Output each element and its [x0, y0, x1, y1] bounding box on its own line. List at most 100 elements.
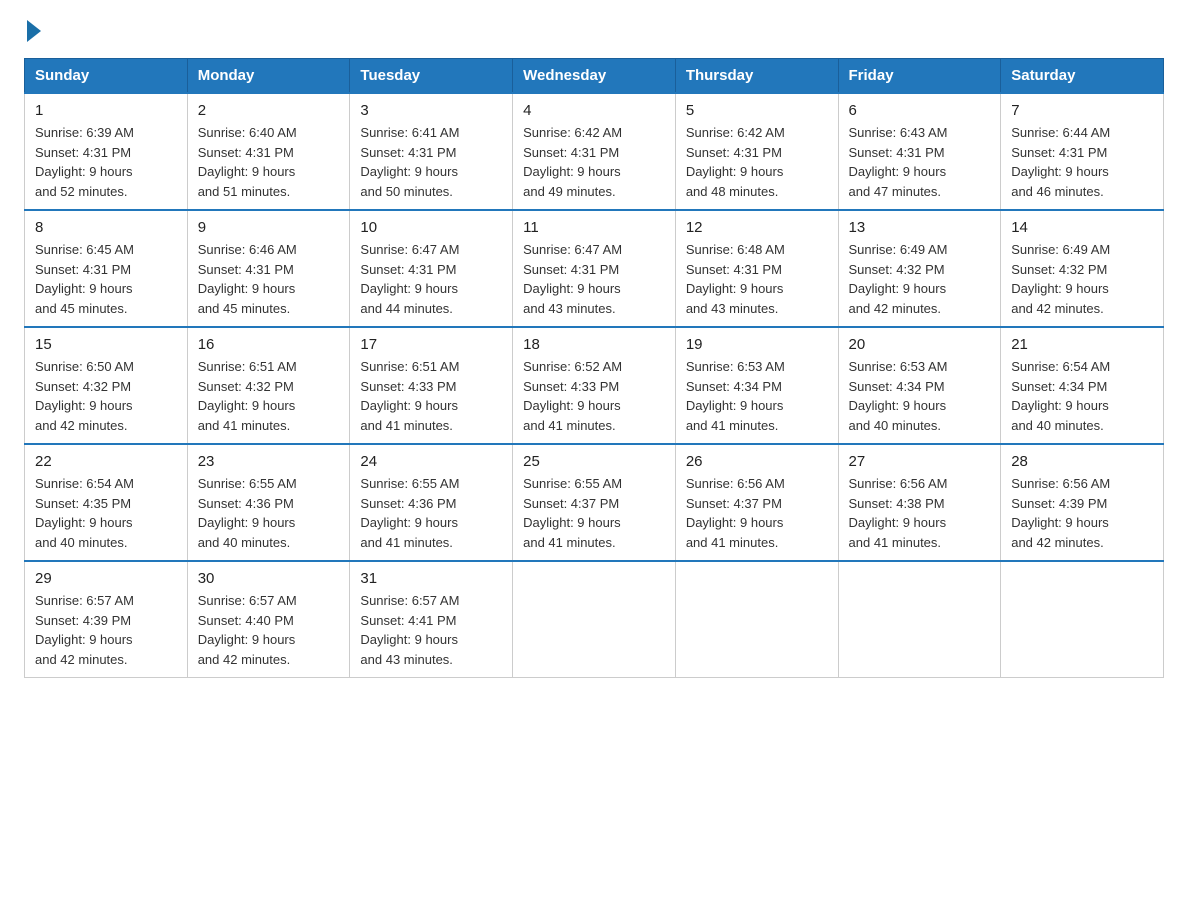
day-number: 28 — [1011, 453, 1153, 470]
day-number: 26 — [686, 453, 828, 470]
day-number: 21 — [1011, 336, 1153, 353]
calendar-cell — [1001, 561, 1164, 678]
calendar-cell: 17 Sunrise: 6:51 AMSunset: 4:33 PMDaylig… — [350, 327, 513, 444]
day-info: Sunrise: 6:52 AMSunset: 4:33 PMDaylight:… — [523, 357, 665, 435]
calendar-cell: 26 Sunrise: 6:56 AMSunset: 4:37 PMDaylig… — [675, 444, 838, 561]
day-number: 22 — [35, 453, 177, 470]
logo — [24, 24, 41, 42]
day-number: 12 — [686, 219, 828, 236]
day-number: 1 — [35, 102, 177, 119]
calendar-cell: 14 Sunrise: 6:49 AMSunset: 4:32 PMDaylig… — [1001, 210, 1164, 327]
calendar-cell: 3 Sunrise: 6:41 AMSunset: 4:31 PMDayligh… — [350, 93, 513, 210]
day-info: Sunrise: 6:51 AMSunset: 4:33 PMDaylight:… — [360, 357, 502, 435]
calendar-cell: 21 Sunrise: 6:54 AMSunset: 4:34 PMDaylig… — [1001, 327, 1164, 444]
day-number: 16 — [198, 336, 340, 353]
calendar-cell: 12 Sunrise: 6:48 AMSunset: 4:31 PMDaylig… — [675, 210, 838, 327]
day-number: 6 — [849, 102, 991, 119]
day-info: Sunrise: 6:45 AMSunset: 4:31 PMDaylight:… — [35, 240, 177, 318]
day-number: 25 — [523, 453, 665, 470]
weekday-header-friday: Friday — [838, 59, 1001, 94]
day-number: 2 — [198, 102, 340, 119]
calendar-cell: 18 Sunrise: 6:52 AMSunset: 4:33 PMDaylig… — [513, 327, 676, 444]
day-info: Sunrise: 6:56 AMSunset: 4:37 PMDaylight:… — [686, 474, 828, 552]
calendar-cell: 13 Sunrise: 6:49 AMSunset: 4:32 PMDaylig… — [838, 210, 1001, 327]
calendar-week-row: 29 Sunrise: 6:57 AMSunset: 4:39 PMDaylig… — [25, 561, 1164, 678]
calendar-cell — [675, 561, 838, 678]
calendar-cell: 31 Sunrise: 6:57 AMSunset: 4:41 PMDaylig… — [350, 561, 513, 678]
calendar-cell: 16 Sunrise: 6:51 AMSunset: 4:32 PMDaylig… — [187, 327, 350, 444]
day-number: 8 — [35, 219, 177, 236]
calendar-cell: 6 Sunrise: 6:43 AMSunset: 4:31 PMDayligh… — [838, 93, 1001, 210]
calendar-cell — [838, 561, 1001, 678]
day-info: Sunrise: 6:44 AMSunset: 4:31 PMDaylight:… — [1011, 123, 1153, 201]
weekday-header-saturday: Saturday — [1001, 59, 1164, 94]
weekday-header-thursday: Thursday — [675, 59, 838, 94]
calendar-cell: 11 Sunrise: 6:47 AMSunset: 4:31 PMDaylig… — [513, 210, 676, 327]
day-number: 19 — [686, 336, 828, 353]
calendar-cell: 7 Sunrise: 6:44 AMSunset: 4:31 PMDayligh… — [1001, 93, 1164, 210]
day-info: Sunrise: 6:55 AMSunset: 4:36 PMDaylight:… — [198, 474, 340, 552]
day-number: 30 — [198, 570, 340, 587]
calendar-cell: 5 Sunrise: 6:42 AMSunset: 4:31 PMDayligh… — [675, 93, 838, 210]
day-number: 10 — [360, 219, 502, 236]
calendar-cell: 29 Sunrise: 6:57 AMSunset: 4:39 PMDaylig… — [25, 561, 188, 678]
day-info: Sunrise: 6:54 AMSunset: 4:34 PMDaylight:… — [1011, 357, 1153, 435]
day-number: 5 — [686, 102, 828, 119]
day-number: 11 — [523, 219, 665, 236]
calendar-cell: 22 Sunrise: 6:54 AMSunset: 4:35 PMDaylig… — [25, 444, 188, 561]
calendar-cell: 20 Sunrise: 6:53 AMSunset: 4:34 PMDaylig… — [838, 327, 1001, 444]
day-info: Sunrise: 6:48 AMSunset: 4:31 PMDaylight:… — [686, 240, 828, 318]
calendar-cell: 10 Sunrise: 6:47 AMSunset: 4:31 PMDaylig… — [350, 210, 513, 327]
day-info: Sunrise: 6:47 AMSunset: 4:31 PMDaylight:… — [523, 240, 665, 318]
day-info: Sunrise: 6:49 AMSunset: 4:32 PMDaylight:… — [849, 240, 991, 318]
calendar-cell: 1 Sunrise: 6:39 AMSunset: 4:31 PMDayligh… — [25, 93, 188, 210]
day-number: 29 — [35, 570, 177, 587]
day-info: Sunrise: 6:53 AMSunset: 4:34 PMDaylight:… — [686, 357, 828, 435]
calendar-cell: 28 Sunrise: 6:56 AMSunset: 4:39 PMDaylig… — [1001, 444, 1164, 561]
day-number: 13 — [849, 219, 991, 236]
day-number: 15 — [35, 336, 177, 353]
calendar-cell: 9 Sunrise: 6:46 AMSunset: 4:31 PMDayligh… — [187, 210, 350, 327]
weekday-header-wednesday: Wednesday — [513, 59, 676, 94]
day-info: Sunrise: 6:53 AMSunset: 4:34 PMDaylight:… — [849, 357, 991, 435]
calendar-cell: 15 Sunrise: 6:50 AMSunset: 4:32 PMDaylig… — [25, 327, 188, 444]
day-info: Sunrise: 6:56 AMSunset: 4:39 PMDaylight:… — [1011, 474, 1153, 552]
calendar-week-row: 1 Sunrise: 6:39 AMSunset: 4:31 PMDayligh… — [25, 93, 1164, 210]
day-number: 18 — [523, 336, 665, 353]
calendar-table: SundayMondayTuesdayWednesdayThursdayFrid… — [24, 58, 1164, 678]
calendar-cell: 4 Sunrise: 6:42 AMSunset: 4:31 PMDayligh… — [513, 93, 676, 210]
day-info: Sunrise: 6:57 AMSunset: 4:39 PMDaylight:… — [35, 591, 177, 669]
calendar-cell: 24 Sunrise: 6:55 AMSunset: 4:36 PMDaylig… — [350, 444, 513, 561]
day-number: 24 — [360, 453, 502, 470]
calendar-cell — [513, 561, 676, 678]
day-info: Sunrise: 6:54 AMSunset: 4:35 PMDaylight:… — [35, 474, 177, 552]
day-info: Sunrise: 6:56 AMSunset: 4:38 PMDaylight:… — [849, 474, 991, 552]
day-info: Sunrise: 6:39 AMSunset: 4:31 PMDaylight:… — [35, 123, 177, 201]
calendar-cell: 23 Sunrise: 6:55 AMSunset: 4:36 PMDaylig… — [187, 444, 350, 561]
day-info: Sunrise: 6:40 AMSunset: 4:31 PMDaylight:… — [198, 123, 340, 201]
day-info: Sunrise: 6:43 AMSunset: 4:31 PMDaylight:… — [849, 123, 991, 201]
weekday-header-sunday: Sunday — [25, 59, 188, 94]
weekday-header-row: SundayMondayTuesdayWednesdayThursdayFrid… — [25, 59, 1164, 94]
day-number: 7 — [1011, 102, 1153, 119]
calendar-cell: 19 Sunrise: 6:53 AMSunset: 4:34 PMDaylig… — [675, 327, 838, 444]
day-info: Sunrise: 6:55 AMSunset: 4:37 PMDaylight:… — [523, 474, 665, 552]
day-number: 4 — [523, 102, 665, 119]
day-info: Sunrise: 6:42 AMSunset: 4:31 PMDaylight:… — [523, 123, 665, 201]
day-info: Sunrise: 6:57 AMSunset: 4:40 PMDaylight:… — [198, 591, 340, 669]
day-info: Sunrise: 6:51 AMSunset: 4:32 PMDaylight:… — [198, 357, 340, 435]
day-number: 27 — [849, 453, 991, 470]
day-info: Sunrise: 6:57 AMSunset: 4:41 PMDaylight:… — [360, 591, 502, 669]
calendar-cell: 25 Sunrise: 6:55 AMSunset: 4:37 PMDaylig… — [513, 444, 676, 561]
day-number: 17 — [360, 336, 502, 353]
page-header — [24, 24, 1164, 42]
calendar-week-row: 22 Sunrise: 6:54 AMSunset: 4:35 PMDaylig… — [25, 444, 1164, 561]
day-number: 9 — [198, 219, 340, 236]
day-info: Sunrise: 6:41 AMSunset: 4:31 PMDaylight:… — [360, 123, 502, 201]
day-info: Sunrise: 6:46 AMSunset: 4:31 PMDaylight:… — [198, 240, 340, 318]
day-info: Sunrise: 6:49 AMSunset: 4:32 PMDaylight:… — [1011, 240, 1153, 318]
day-info: Sunrise: 6:55 AMSunset: 4:36 PMDaylight:… — [360, 474, 502, 552]
day-info: Sunrise: 6:47 AMSunset: 4:31 PMDaylight:… — [360, 240, 502, 318]
day-number: 23 — [198, 453, 340, 470]
weekday-header-tuesday: Tuesday — [350, 59, 513, 94]
